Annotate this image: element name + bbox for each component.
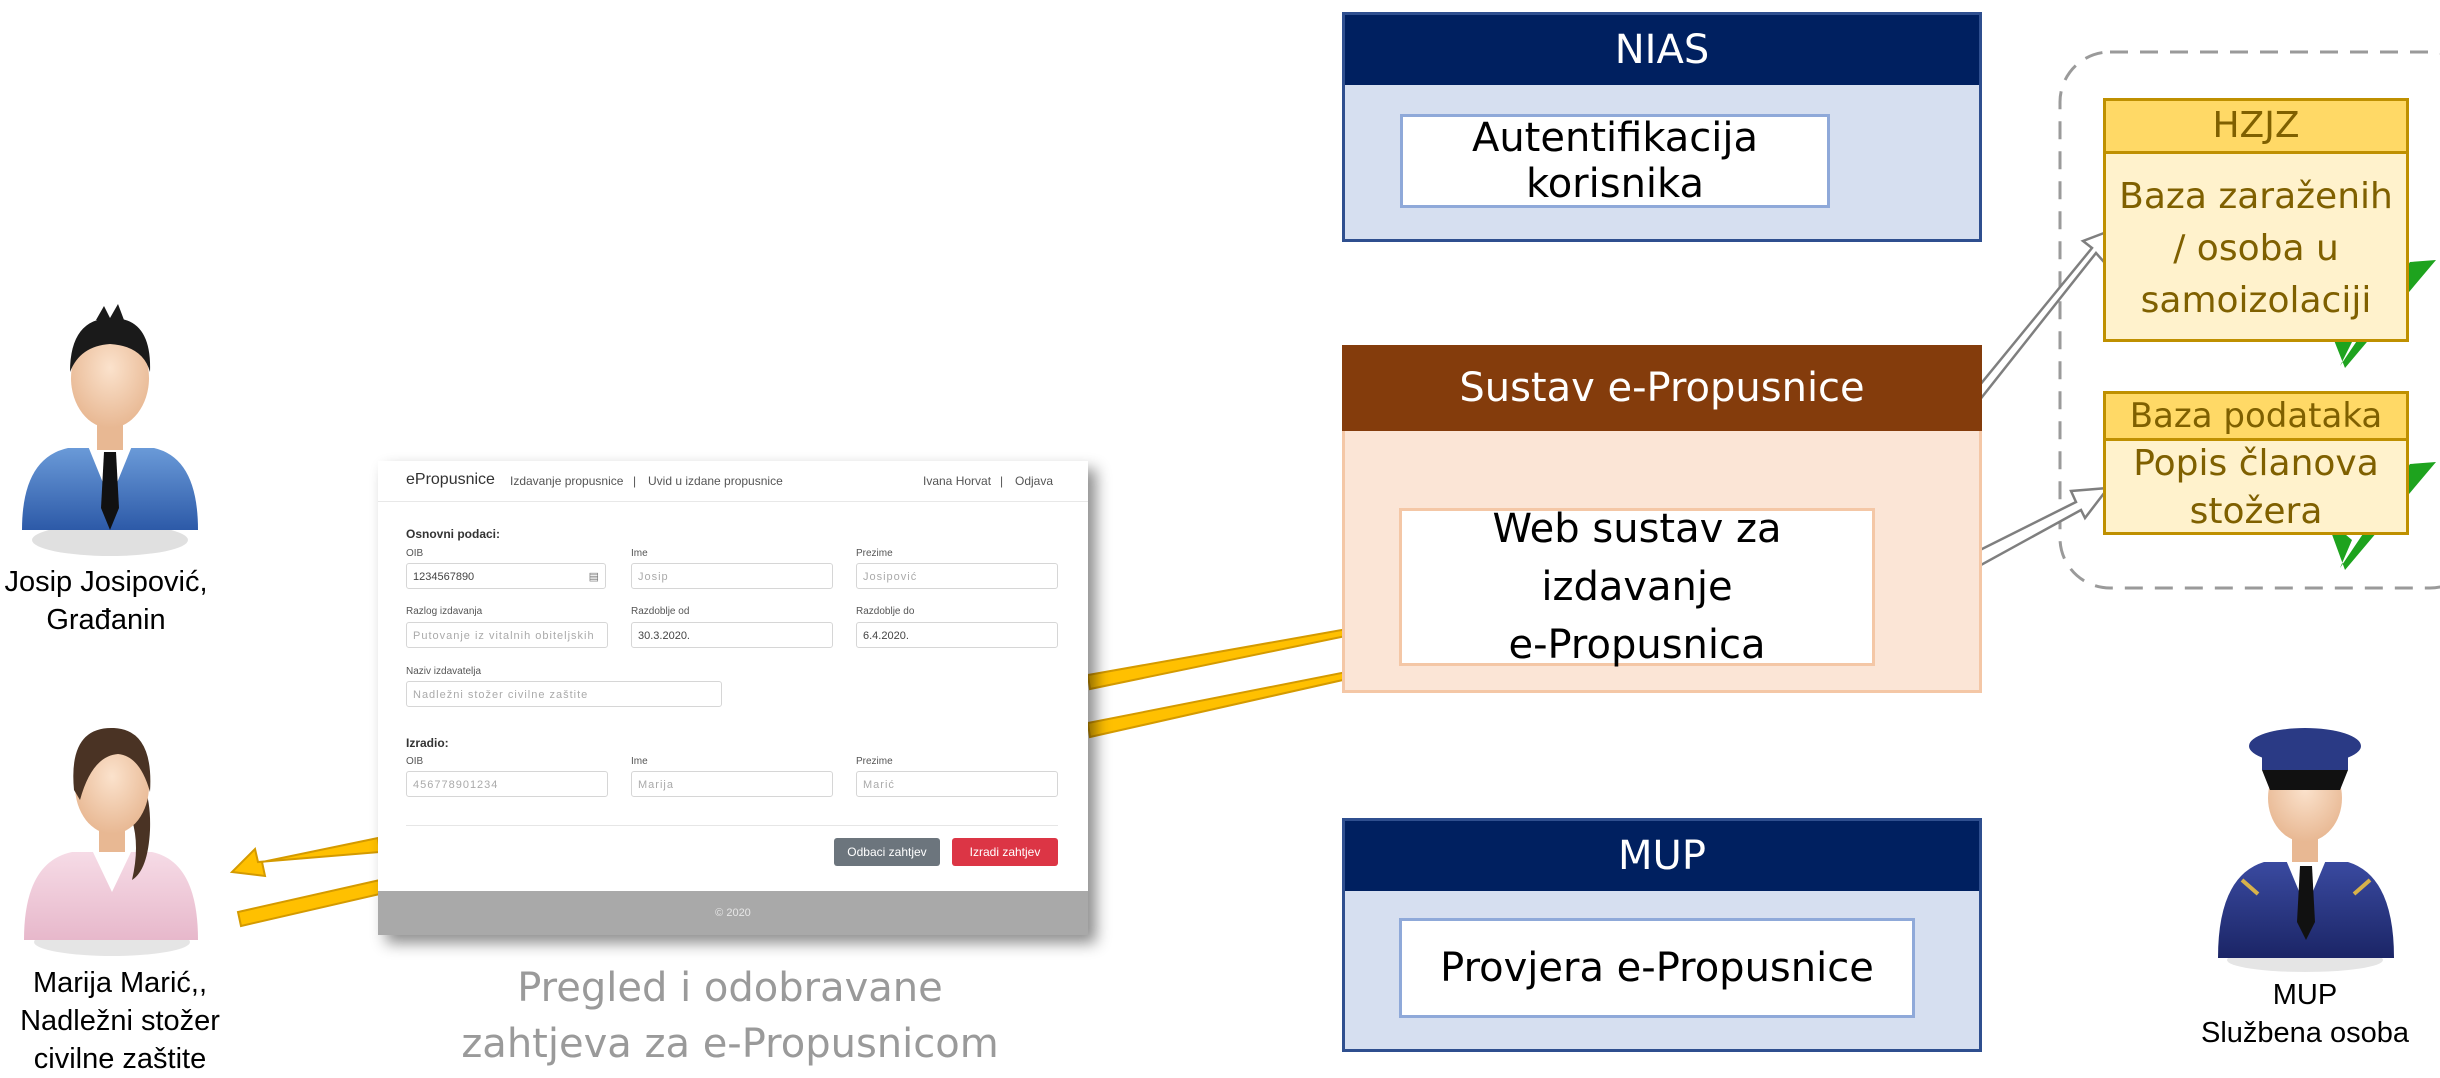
current-user: Ivana Horvat [923, 474, 992, 488]
oib-value: 1234567890 [413, 571, 475, 583]
section-made-by: Izradio: [406, 736, 449, 750]
screenshot-caption: Pregled i odobravane zahtjeva za e-Propu… [430, 960, 1030, 1072]
official-person-icon [24, 727, 198, 956]
razdoblje-od-input[interactable]: 30.3.2020. [631, 622, 833, 648]
nav-view-passes[interactable]: Uvid u izdane propusnice [648, 474, 783, 488]
nias-block: NIAS Autentifikacija korisnika [1342, 12, 1982, 242]
screenshot-caption-line1: Pregled i odobravane [517, 965, 943, 1011]
ime2-input[interactable]: Marija [631, 771, 833, 797]
prezime2-input[interactable]: Marić [856, 771, 1058, 797]
citizen-name: Josip Josipović, [4, 566, 208, 598]
epropusnice-screenshot: ePropusnice Izdavanje propusnice | Uvid … [378, 461, 1088, 935]
official-role-line1: Nadležni stožer [20, 1005, 220, 1037]
mup-block: MUP Provjera e-Propusnice [1342, 818, 1982, 1052]
nias-auth-box: Autentifikacija korisnika [1400, 114, 1830, 208]
web-system-line2: e-Propusnica [1508, 622, 1766, 668]
razdoblje-do-input[interactable]: 6.4.2020. [856, 622, 1058, 648]
hzjz-line1: Baza zaraženih [2119, 176, 2393, 217]
police-label: MUP Službena osoba [2180, 976, 2430, 1052]
razlog-input[interactable]: Putovanje iz vitalnih obiteljskih [406, 622, 608, 648]
app-footer: © 2020 [378, 891, 1088, 935]
sustav-title: Sustav e-Propusnice [1342, 345, 1982, 431]
form-divider [406, 825, 1058, 826]
baza-line1: Popis članova [2133, 443, 2379, 484]
web-system-box: Web sustav za izdavanje e-Propusnica [1399, 506, 1875, 668]
hzjz-line2: / osoba u [2173, 228, 2339, 269]
police-person-icon [2218, 728, 2394, 972]
web-system-line1: Web sustav za izdavanje [1492, 506, 1782, 610]
hzjz-title: HZJZ [2106, 101, 2406, 154]
oib2-label: OIB [406, 756, 424, 767]
police-role: Službena osoba [2201, 1017, 2409, 1049]
hzjz-line3: samoizolaciji [2140, 280, 2372, 321]
baza-block: Baza podataka Popis članova stožera [2103, 391, 2409, 535]
razlog-label: Razlog izdavanja [406, 606, 483, 617]
nias-title: NIAS [1345, 15, 1979, 85]
izdavatelj-label: Naziv izdavatelja [406, 666, 482, 677]
id-card-icon: ▤ [588, 571, 599, 583]
return-arrows [229, 836, 382, 928]
diagram-canvas [22, 50, 2440, 972]
reject-request-button[interactable]: Odbaci zahtjev [834, 838, 940, 866]
citizen-role: Građanin [46, 604, 166, 636]
baza-title: Baza podataka [2106, 394, 2406, 441]
nav-issue-pass[interactable]: Izdavanje propusnice [510, 474, 623, 488]
ime-label: Ime [631, 548, 648, 559]
nav-separator: | [633, 474, 637, 488]
sustav-block: Sustav e-Propusnice Web sustav za izdava… [1342, 345, 1982, 693]
ime-input[interactable]: Josip [631, 563, 833, 589]
ime2-label: Ime [631, 756, 648, 767]
app-navbar: ePropusnice Izdavanje propusnice | Uvid … [378, 461, 1088, 502]
razdoblje-od-label: Razdoblje od [631, 606, 690, 617]
oib2-input[interactable]: 456778901234 [406, 771, 608, 797]
hzjz-block: HZJZ Baza zaraženih / osoba u samoizolac… [2103, 98, 2409, 342]
prezime2-label: Prezime [856, 756, 893, 767]
screenshot-caption-line2: zahtjeva za e-Propusnicom [461, 1021, 999, 1067]
prezime-label: Prezime [856, 548, 893, 559]
app-brand[interactable]: ePropusnice [406, 471, 495, 489]
oib-label: OIB [406, 548, 424, 559]
hzjz-db-text: Baza zaraženih / osoba u samoizolaciji [2106, 171, 2406, 327]
razdoblje-do-label: Razdoblje do [856, 606, 915, 617]
create-request-button[interactable]: Izradi zahtjev [952, 838, 1058, 866]
citizen-person-icon [22, 304, 198, 556]
official-name: Marija Marić,, [32, 967, 207, 999]
citizen-label: Josip Josipović, Građanin [0, 563, 212, 639]
official-role-line2: civilne zaštite [33, 1043, 207, 1075]
oib-input[interactable]: 1234567890 ▤ [406, 563, 606, 589]
official-label: Marija Marić,, Nadležni stožer civilne z… [0, 964, 240, 1078]
baza-line2: stožera [2189, 491, 2323, 532]
prezime-input[interactable]: Josipović [856, 563, 1058, 589]
user-separator: | [1000, 474, 1004, 488]
police-name: MUP [2272, 979, 2338, 1011]
logout-link[interactable]: Odjava [1015, 474, 1053, 488]
section-basic-data: Osnovni podaci: [406, 527, 501, 541]
izdavatelj-input[interactable]: Nadležni stožer civilne zaštite [406, 681, 722, 707]
mup-title: MUP [1345, 821, 1979, 891]
baza-db-text: Popis članova stožera [2106, 440, 2406, 536]
mup-verify-box: Provjera e-Propusnice [1399, 918, 1915, 1018]
